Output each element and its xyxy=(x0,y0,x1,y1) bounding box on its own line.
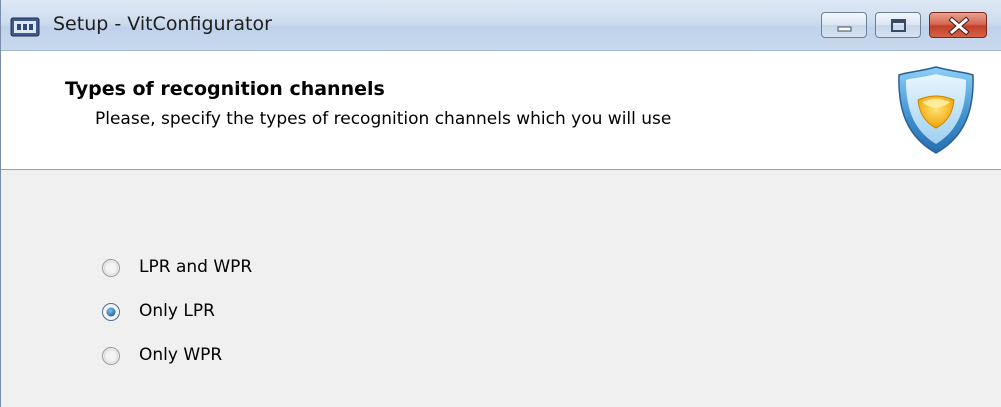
window-title: Setup - VitConfigurator xyxy=(53,13,272,35)
radio-button-selected[interactable] xyxy=(101,302,121,322)
page-subtitle: Please, specify the types of recognition… xyxy=(95,109,672,129)
app-window-icon xyxy=(10,17,40,37)
page-title: Types of recognition channels xyxy=(65,78,385,100)
radio-label: LPR and WPR xyxy=(139,257,253,277)
shield-icon xyxy=(896,64,976,156)
maximize-button[interactable] xyxy=(875,12,921,38)
title-bar[interactable]: Setup - VitConfigurator xyxy=(1,0,1001,51)
radio-label: Only WPR xyxy=(139,345,223,365)
radio-button[interactable] xyxy=(101,346,121,366)
minimize-button[interactable] xyxy=(821,12,867,38)
close-button[interactable] xyxy=(929,12,987,38)
radio-label: Only LPR xyxy=(139,301,215,321)
wizard-body: LPR and WPR Only LPR Only WPR xyxy=(1,170,1001,407)
wizard-header: Types of recognition channels Please, sp… xyxy=(1,51,1001,170)
setup-window: Setup - VitConfigurator Types of recogni… xyxy=(0,0,1001,407)
radio-button[interactable] xyxy=(101,258,121,278)
